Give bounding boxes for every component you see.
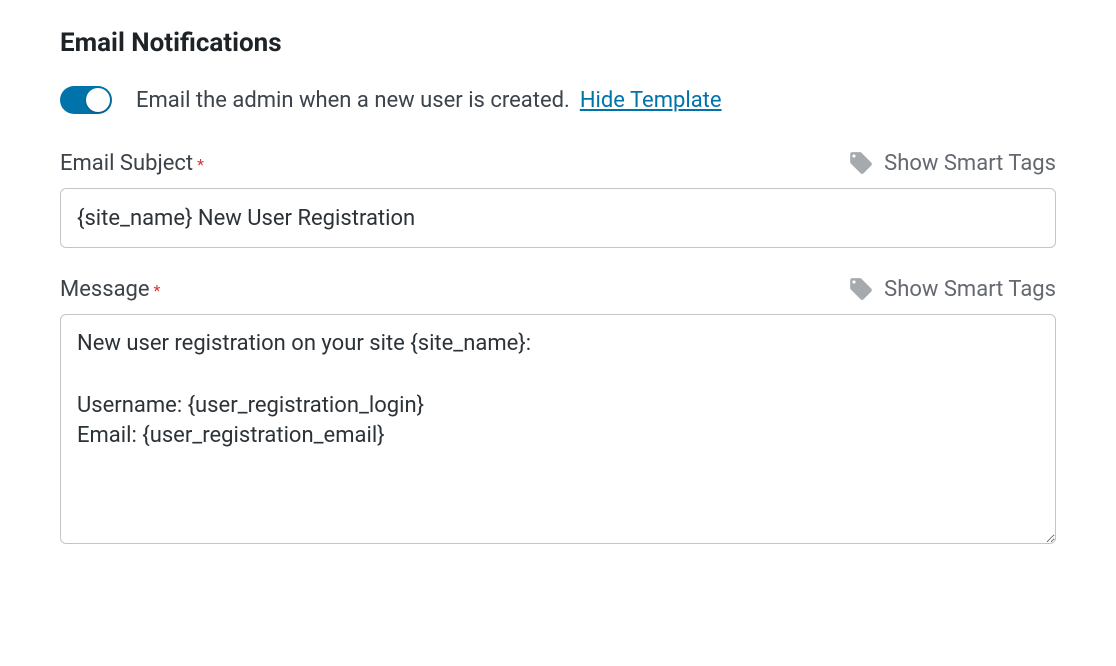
tag-icon <box>848 150 874 176</box>
message-label-wrap: Message * <box>60 277 160 302</box>
required-mark: * <box>197 155 204 174</box>
tag-icon <box>848 276 874 302</box>
message-smart-tags-label: Show Smart Tags <box>884 277 1056 302</box>
message-textarea[interactable] <box>60 314 1056 544</box>
toggle-description: Email the admin when a new user is creat… <box>136 88 570 113</box>
email-subject-input[interactable] <box>60 188 1056 248</box>
toggle-row: Email the admin when a new user is creat… <box>60 86 1056 114</box>
email-subject-group: Email Subject * Show Smart Tags <box>60 150 1056 248</box>
subject-smart-tags-label: Show Smart Tags <box>884 151 1056 176</box>
message-group: Message * Show Smart Tags <box>60 276 1056 548</box>
admin-email-toggle[interactable] <box>60 86 112 114</box>
message-label: Message <box>60 277 150 302</box>
toggle-description-wrap: Email the admin when a new user is creat… <box>136 88 722 113</box>
message-header: Message * Show Smart Tags <box>60 276 1056 302</box>
message-smart-tags-button[interactable]: Show Smart Tags <box>848 276 1056 302</box>
email-subject-label: Email Subject <box>60 151 193 176</box>
page-title: Email Notifications <box>60 28 1056 58</box>
email-subject-label-wrap: Email Subject * <box>60 151 204 176</box>
required-mark: * <box>154 281 161 300</box>
toggle-knob <box>86 88 110 112</box>
subject-smart-tags-button[interactable]: Show Smart Tags <box>848 150 1056 176</box>
hide-template-link[interactable]: Hide Template <box>580 88 722 113</box>
email-subject-header: Email Subject * Show Smart Tags <box>60 150 1056 176</box>
